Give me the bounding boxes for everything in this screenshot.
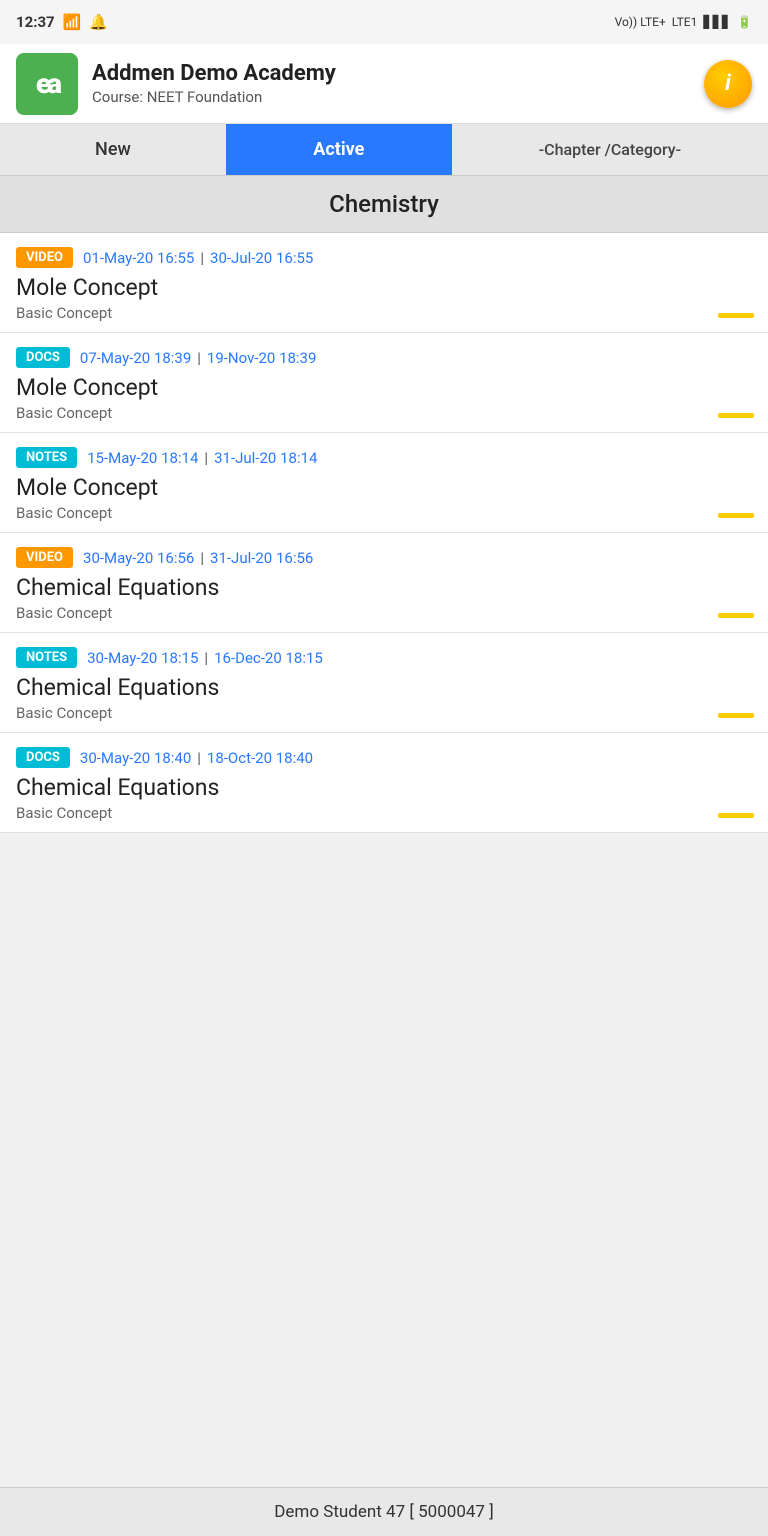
item-date-start: 30-May-20 18:15: [87, 649, 198, 667]
list-item[interactable]: NOTES 15-May-20 18:14 | 31-Jul-20 18:14 …: [0, 433, 768, 533]
item-progress-indicator: [718, 313, 754, 318]
item-date-start: 01-May-20 16:55: [83, 249, 194, 267]
item-badge: NOTES: [16, 447, 77, 468]
tab-bar: New Active -Chapter /Category-: [0, 124, 768, 176]
item-title: Chemical Equations: [16, 774, 752, 801]
item-date-range: 30-May-20 18:40 | 18-Oct-20 18:40: [80, 749, 313, 767]
item-badge: DOCS: [16, 347, 70, 368]
item-title: Chemical Equations: [16, 574, 752, 601]
date-separator: |: [204, 449, 208, 467]
item-date-range: 30-May-20 16:56 | 31-Jul-20 16:56: [83, 549, 313, 567]
list-item[interactable]: DOCS 07-May-20 18:39 | 19-Nov-20 18:39 M…: [0, 333, 768, 433]
item-subtitle: Basic Concept: [16, 504, 752, 522]
tab-active[interactable]: Active: [226, 124, 452, 175]
item-date-start: 15-May-20 18:14: [87, 449, 198, 467]
item-progress-indicator: [718, 813, 754, 818]
date-separator: |: [200, 549, 204, 567]
item-date-end: 19-Nov-20 18:39: [207, 349, 317, 367]
item-badge: VIDEO: [16, 247, 73, 268]
carrier-text: LTE1: [672, 15, 698, 29]
item-date-range: 07-May-20 18:39 | 19-Nov-20 18:39: [80, 349, 317, 367]
list-item[interactable]: NOTES 30-May-20 18:15 | 16-Dec-20 18:15 …: [0, 633, 768, 733]
item-date-range: 01-May-20 16:55 | 30-Jul-20 16:55: [83, 249, 313, 267]
wifi-icon: 📶: [63, 13, 82, 31]
date-separator: |: [197, 749, 201, 767]
item-date-start: 30-May-20 16:56: [83, 549, 194, 567]
item-badge: DOCS: [16, 747, 70, 768]
content-list: VIDEO 01-May-20 16:55 | 30-Jul-20 16:55 …: [0, 233, 768, 833]
status-time: 12:37: [16, 13, 55, 31]
info-button[interactable]: i: [704, 60, 752, 108]
battery-icon: 🔋: [737, 15, 752, 29]
item-meta: VIDEO 30-May-20 16:56 | 31-Jul-20 16:56: [16, 547, 752, 568]
item-subtitle: Basic Concept: [16, 304, 752, 322]
item-progress-indicator: [718, 413, 754, 418]
item-date-range: 30-May-20 18:15 | 16-Dec-20 18:15: [87, 649, 323, 667]
notification-icon: 🔔: [89, 13, 108, 31]
item-meta: DOCS 07-May-20 18:39 | 19-Nov-20 18:39: [16, 347, 752, 368]
app-title: Addmen Demo Academy: [92, 61, 336, 86]
item-meta: VIDEO 01-May-20 16:55 | 30-Jul-20 16:55: [16, 247, 752, 268]
footer-bar: Demo Student 47 [ 5000047 ]: [0, 1487, 768, 1536]
item-title: Mole Concept: [16, 374, 752, 401]
item-title: Mole Concept: [16, 474, 752, 501]
item-title: Chemical Equations: [16, 674, 752, 701]
tab-new[interactable]: New: [0, 124, 226, 175]
list-item[interactable]: VIDEO 30-May-20 16:56 | 31-Jul-20 16:56 …: [0, 533, 768, 633]
course-subtitle: Course: NEET Foundation: [92, 88, 336, 106]
item-subtitle: Basic Concept: [16, 404, 752, 422]
item-date-range: 15-May-20 18:14 | 31-Jul-20 18:14: [87, 449, 317, 467]
item-badge: NOTES: [16, 647, 77, 668]
item-subtitle: Basic Concept: [16, 704, 752, 722]
item-meta: DOCS 30-May-20 18:40 | 18-Oct-20 18:40: [16, 747, 752, 768]
item-date-end: 31-Jul-20 18:14: [214, 449, 317, 467]
item-date-start: 07-May-20 18:39: [80, 349, 191, 367]
footer-text: Demo Student 47 [ 5000047 ]: [274, 1502, 493, 1522]
signal-text: Vo)) LTE+: [615, 15, 666, 29]
app-header: ea Addmen Demo Academy Course: NEET Foun…: [0, 44, 768, 124]
status-bar: 12:37 📶 🔔 Vo)) LTE+ LTE1 ▋▋▋ 🔋: [0, 0, 768, 44]
item-meta: NOTES 15-May-20 18:14 | 31-Jul-20 18:14: [16, 447, 752, 468]
item-progress-indicator: [718, 713, 754, 718]
section-title: Chemistry: [0, 176, 768, 233]
signal-bars-icon: ▋▋▋: [703, 15, 731, 29]
date-separator: |: [200, 249, 204, 267]
app-logo: ea: [16, 53, 78, 115]
item-date-end: 16-Dec-20 18:15: [214, 649, 323, 667]
item-date-end: 31-Jul-20 16:56: [210, 549, 313, 567]
item-date-end: 18-Oct-20 18:40: [207, 749, 313, 767]
date-separator: |: [197, 349, 201, 367]
item-meta: NOTES 30-May-20 18:15 | 16-Dec-20 18:15: [16, 647, 752, 668]
item-date-end: 30-Jul-20 16:55: [210, 249, 313, 267]
item-title: Mole Concept: [16, 274, 752, 301]
date-separator: |: [204, 649, 208, 667]
item-subtitle: Basic Concept: [16, 804, 752, 822]
list-item[interactable]: VIDEO 01-May-20 16:55 | 30-Jul-20 16:55 …: [0, 233, 768, 333]
item-badge: VIDEO: [16, 547, 73, 568]
tab-category[interactable]: -Chapter /Category-: [452, 124, 768, 175]
list-item[interactable]: DOCS 30-May-20 18:40 | 18-Oct-20 18:40 C…: [0, 733, 768, 833]
item-date-start: 30-May-20 18:40: [80, 749, 191, 767]
item-progress-indicator: [718, 513, 754, 518]
item-subtitle: Basic Concept: [16, 604, 752, 622]
item-progress-indicator: [718, 613, 754, 618]
